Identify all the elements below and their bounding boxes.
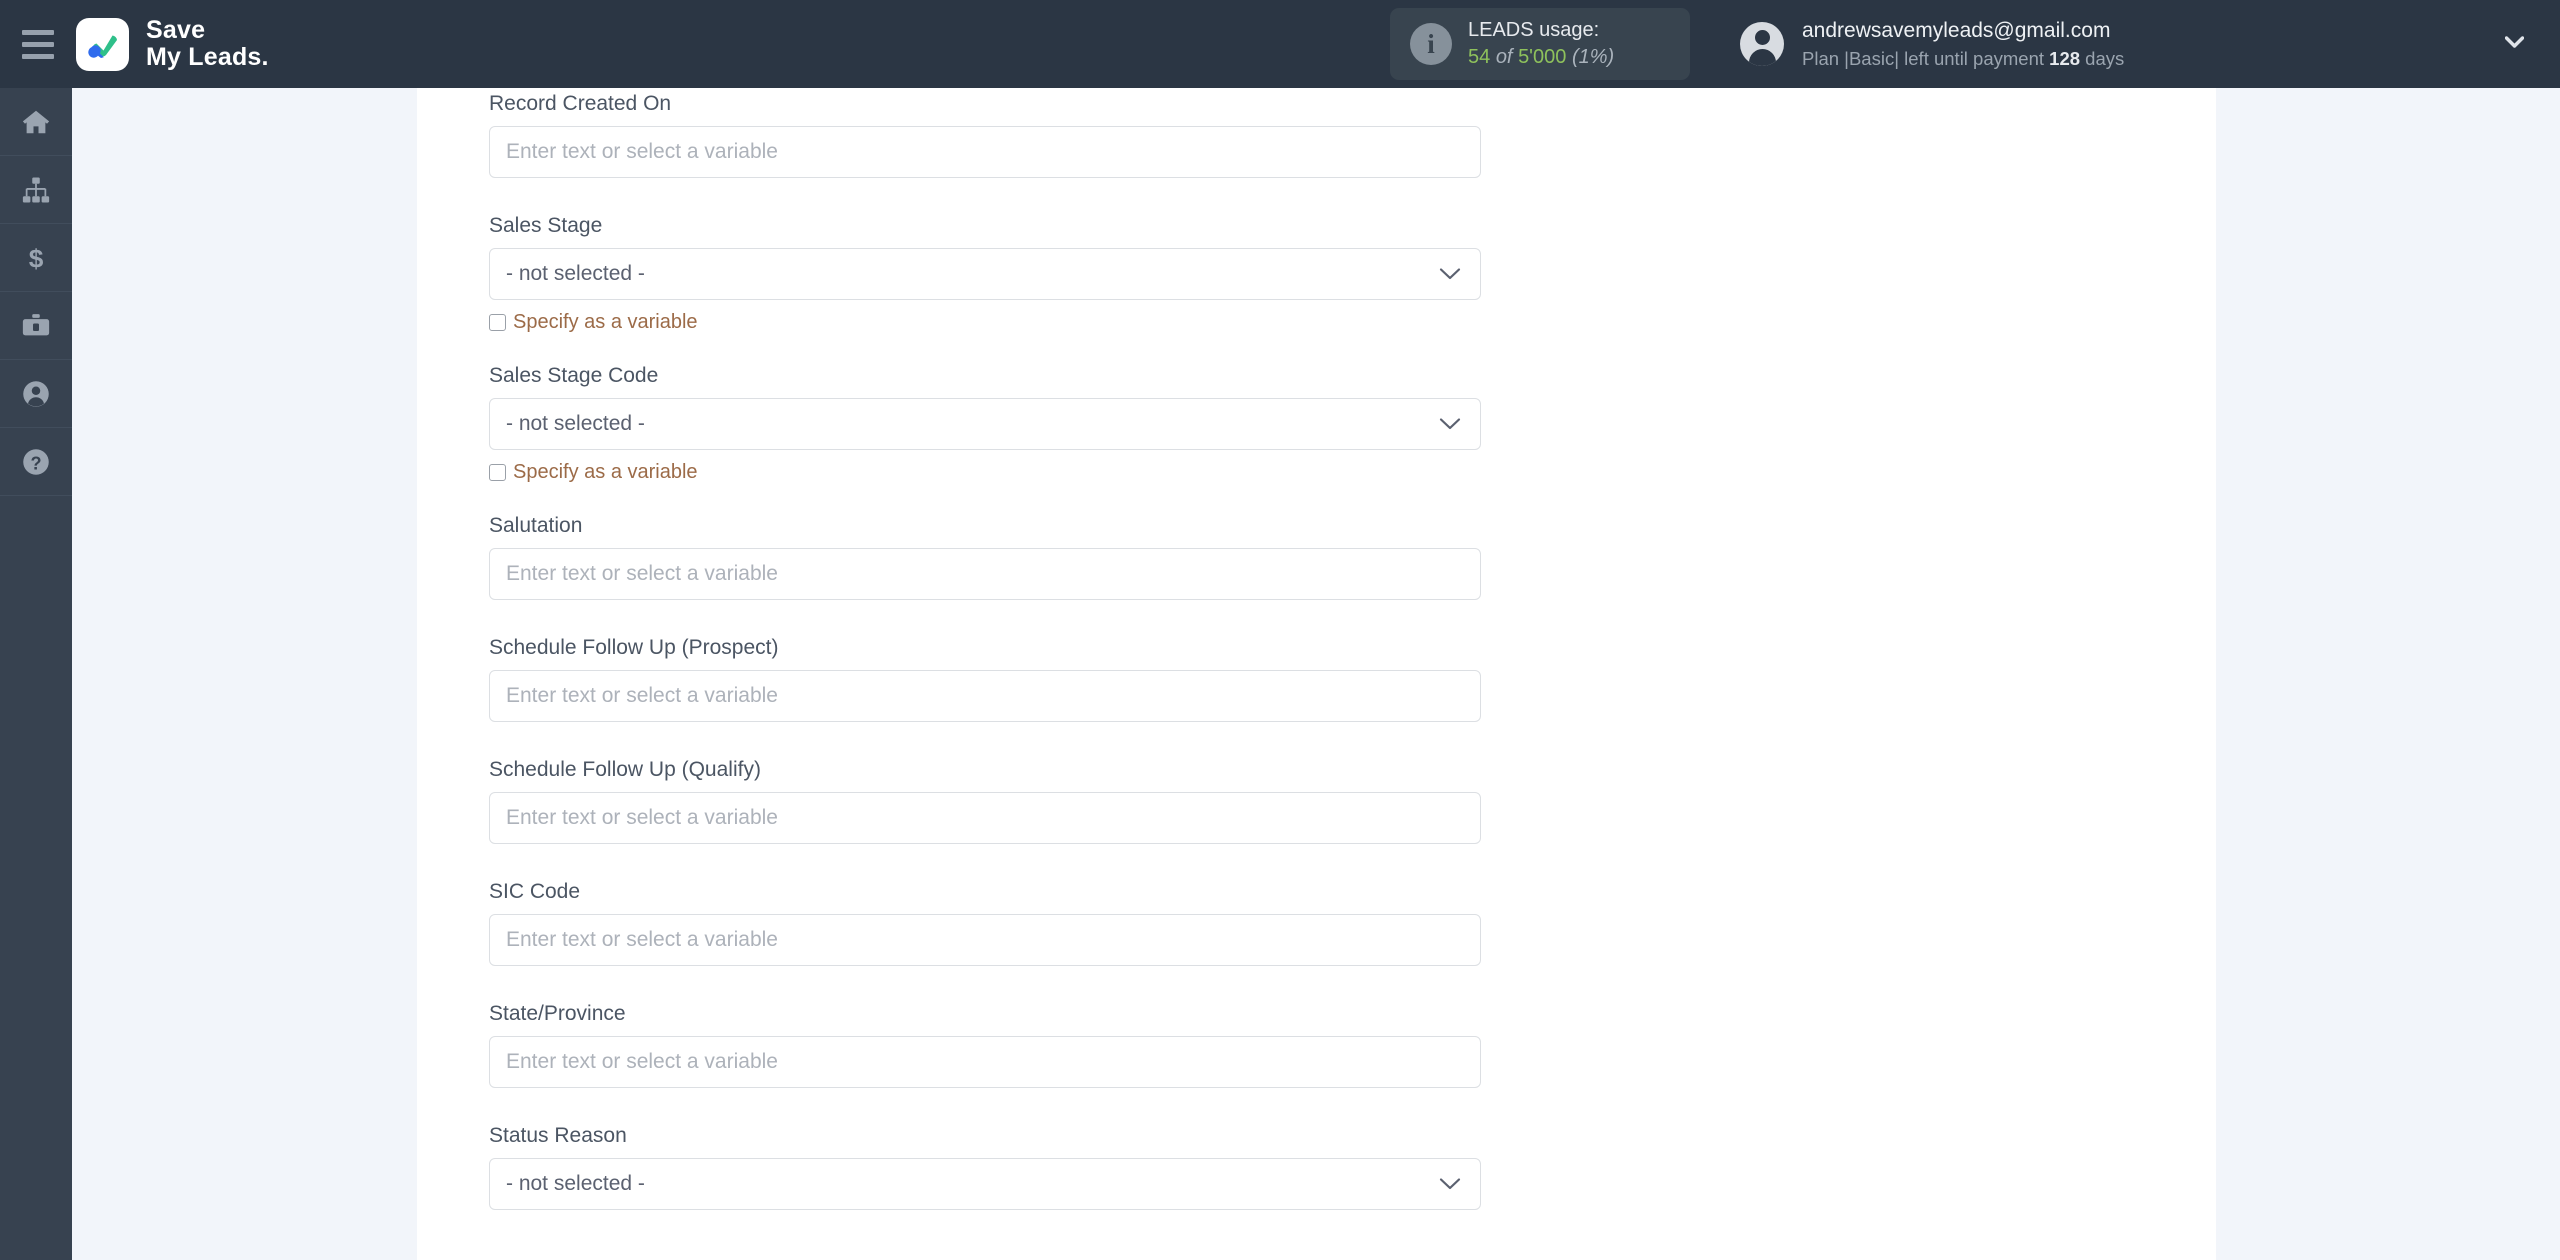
brand-name-line1: Save <box>146 16 206 44</box>
hamburger-menu-icon[interactable] <box>0 0 76 88</box>
usage-title: LEADS usage: <box>1468 18 1600 41</box>
field-sales-stage-code: Sales Stage Code - not selected - Specif… <box>489 364 1481 484</box>
field-label: Status Reason <box>489 1124 627 1147</box>
field-select-sales-stage[interactable]: - not selected - <box>489 248 1481 300</box>
field-select-sales-stage-code[interactable]: - not selected - <box>489 398 1481 450</box>
select-wrapper: - not selected - <box>489 1158 1481 1210</box>
hamburger-bar <box>22 53 54 59</box>
usage-stat: 54 of 5'000 (1%) <box>1468 44 1614 71</box>
help-icon: ? <box>21 447 51 477</box>
field-schedule-follow-up-qualify: Schedule Follow Up (Qualify) <box>489 758 1481 844</box>
sidebar-item-business[interactable] <box>0 292 72 360</box>
select-wrapper: - not selected - <box>489 248 1481 300</box>
usage-total: 5'000 <box>1518 46 1567 68</box>
chevron-down-icon[interactable] <box>2505 36 2524 48</box>
field-schedule-follow-up-prospect: Schedule Follow Up (Prospect) <box>489 636 1481 722</box>
field-label: Schedule Follow Up (Qualify) <box>489 758 761 781</box>
account-plan-suffix: days <box>2085 47 2125 69</box>
field-input-salutation[interactable] <box>489 548 1481 600</box>
field-label: State/Province <box>489 1002 626 1025</box>
sidebar-item-help[interactable]: ? <box>0 428 72 496</box>
hamburger-bar <box>22 29 54 35</box>
field-status-reason: Status Reason - not selected - <box>489 1124 1481 1210</box>
specify-as-variable-sales-stage[interactable]: Specify as a variable <box>489 311 1481 334</box>
field-label: Salutation <box>489 514 583 537</box>
field-input-schedule-follow-up-prospect[interactable] <box>489 670 1481 722</box>
usage-of: of <box>1495 46 1513 68</box>
account-plan-prefix: Plan |Basic| left until payment <box>1802 47 2045 69</box>
field-input-record-created-on[interactable] <box>489 126 1481 178</box>
field-input-sic-code[interactable] <box>489 914 1481 966</box>
account-plan-info: Plan |Basic| left until payment 128 days <box>1802 46 2124 72</box>
checkbox-label: Specify as a variable <box>513 461 698 483</box>
sidebar-item-connections[interactable] <box>0 156 72 224</box>
field-input-state-province[interactable] <box>489 1036 1481 1088</box>
info-icon: i <box>1410 23 1452 65</box>
field-input-schedule-follow-up-qualify[interactable] <box>489 792 1481 844</box>
field-record-created-on: Record Created On <box>489 92 1481 178</box>
account-plan-days: 128 <box>2049 47 2081 69</box>
field-label: SIC Code <box>489 880 581 903</box>
specify-as-variable-sales-stage-code[interactable]: Specify as a variable <box>489 461 1481 484</box>
brand-logo-group[interactable]: Save My Leads. <box>76 17 269 71</box>
dollar-icon: $ <box>21 243 51 273</box>
briefcase-icon <box>21 311 51 341</box>
field-label: Sales Stage Code <box>489 364 659 387</box>
sidebar-item-home[interactable] <box>0 88 72 156</box>
brand-name: Save My Leads. <box>146 17 269 71</box>
account-text-block: andrewsavemyleads@gmail.com Plan |Basic|… <box>1802 17 2124 71</box>
sidebar-item-billing[interactable]: $ <box>0 224 72 292</box>
user-avatar-icon <box>1740 22 1784 66</box>
hamburger-bar <box>22 41 54 47</box>
field-label: Sales Stage <box>489 214 603 237</box>
usage-percent: (1%) <box>1571 46 1615 68</box>
usage-used: 54 <box>1468 46 1491 68</box>
field-label: Schedule Follow Up (Prospect) <box>489 636 779 659</box>
left-sidebar: $ ? <box>0 88 72 1260</box>
brand-name-line2: My Leads. <box>146 43 269 71</box>
usage-text-block: LEADS usage: 54 of 5'000 (1%) <box>1468 17 1614 71</box>
sitemap-icon <box>21 175 51 205</box>
field-select-status-reason[interactable]: - not selected - <box>489 1158 1481 1210</box>
top-header-bar: Save My Leads. i LEADS usage: 54 of 5'00… <box>0 0 2560 88</box>
checkbox-icon[interactable] <box>489 464 506 481</box>
user-icon <box>21 379 51 409</box>
field-state-province: State/Province <box>489 1002 1481 1088</box>
field-salutation: Salutation <box>489 514 1481 600</box>
select-wrapper: - not selected - <box>489 398 1481 450</box>
sidebar-item-account[interactable] <box>0 360 72 428</box>
svg-text:?: ? <box>30 453 41 473</box>
checkbox-icon[interactable] <box>489 314 506 331</box>
field-sic-code: SIC Code <box>489 880 1481 966</box>
svg-text:$: $ <box>29 243 44 273</box>
checkbox-label: Specify as a variable <box>513 311 698 333</box>
field-mapping-form: Record Created On Sales Stage - not sele… <box>489 88 1481 1210</box>
account-menu[interactable]: andrewsavemyleads@gmail.com Plan |Basic|… <box>1740 0 2124 88</box>
home-icon <box>21 107 51 137</box>
account-email: andrewsavemyleads@gmail.com <box>1802 18 2111 42</box>
field-label: Record Created On <box>489 92 672 115</box>
leads-usage-badge[interactable]: i LEADS usage: 54 of 5'000 (1%) <box>1390 8 1690 80</box>
savemyleads-logo-icon <box>76 17 129 71</box>
field-sales-stage: Sales Stage - not selected - Specify as … <box>489 214 1481 334</box>
